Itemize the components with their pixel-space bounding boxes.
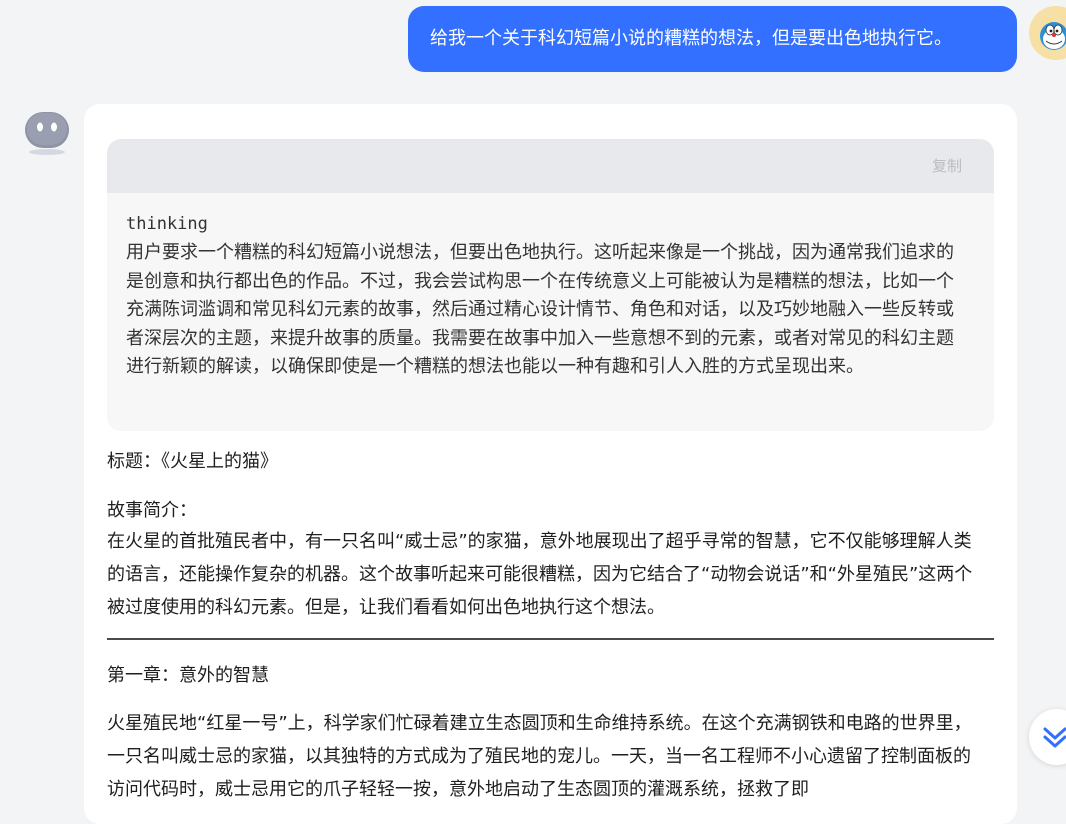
code-language-label: thinking <box>126 214 208 234</box>
chapter-paragraph: 火星殖民地“红星一号”上，科学家们忙碌着建立生态圆顶和生命维持系统。在这个充满钢… <box>107 713 972 800</box>
divider <box>107 638 994 640</box>
double-chevron-down-icon <box>1043 727 1066 748</box>
code-block: 复制 thinking 用户要求一个糟糕的科幻短篇小说想法，但要出色地执行。这听… <box>107 139 994 431</box>
robot-face-icon <box>24 110 70 156</box>
chapter-title: 第一章：意外的智慧 <box>107 665 269 686</box>
synopsis-paragraph: 在火星的首批殖民者中，有一只名叫“威士忌”的家猫，意外地展现出了超乎寻常的智慧，… <box>107 531 973 618</box>
copy-button[interactable]: 复制 <box>932 155 962 176</box>
code-block-header: 复制 <box>107 139 994 193</box>
user-message-row: 给我一个关于科幻短篇小说的糟糕的想法，但是要出色地执行它。 <box>0 6 1066 76</box>
scroll-to-bottom-button[interactable] <box>1029 709 1066 765</box>
synopsis-label: 故事简介： <box>107 500 197 521</box>
doraemon-avatar-icon[interactable] <box>1029 6 1066 60</box>
code-block-content: 用户要求一个糟糕的科幻短篇小说想法，但要出色地执行。这听起来像是一个挑战，因为通… <box>126 242 954 378</box>
user-message-bubble: 给我一个关于科幻短篇小说的糟糕的想法，但是要出色地执行它。 <box>408 6 1017 72</box>
assistant-response-card: 复制 thinking 用户要求一个糟糕的科幻短篇小说想法，但要出色地执行。这听… <box>84 104 1017 824</box>
story-title: 标题：《火星上的猫》 <box>107 451 278 472</box>
